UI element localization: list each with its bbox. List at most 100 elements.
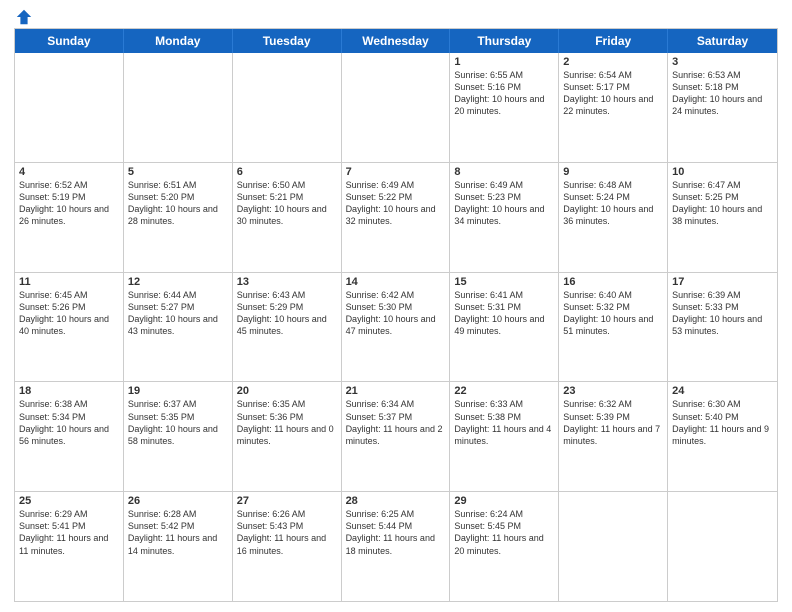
day-number: 19 (128, 385, 228, 397)
calendar-row: 1Sunrise: 6:55 AM Sunset: 5:16 PM Daylig… (15, 53, 777, 163)
calendar-header: SundayMondayTuesdayWednesdayThursdayFrid… (15, 29, 777, 53)
day-number: 15 (454, 276, 554, 288)
header-cell-monday: Monday (124, 29, 233, 53)
day-content: Sunrise: 6:26 AM Sunset: 5:43 PM Dayligh… (237, 508, 337, 557)
day-number: 27 (237, 495, 337, 507)
calendar: SundayMondayTuesdayWednesdayThursdayFrid… (14, 28, 778, 602)
header-cell-tuesday: Tuesday (233, 29, 342, 53)
day-content: Sunrise: 6:50 AM Sunset: 5:21 PM Dayligh… (237, 179, 337, 228)
calendar-cell (559, 492, 668, 601)
day-content: Sunrise: 6:45 AM Sunset: 5:26 PM Dayligh… (19, 289, 119, 338)
calendar-cell (15, 53, 124, 162)
day-content: Sunrise: 6:41 AM Sunset: 5:31 PM Dayligh… (454, 289, 554, 338)
calendar-cell: 7Sunrise: 6:49 AM Sunset: 5:22 PM Daylig… (342, 163, 451, 272)
calendar-cell: 1Sunrise: 6:55 AM Sunset: 5:16 PM Daylig… (450, 53, 559, 162)
day-number: 22 (454, 385, 554, 397)
day-number: 13 (237, 276, 337, 288)
day-number: 17 (672, 276, 773, 288)
calendar-cell: 12Sunrise: 6:44 AM Sunset: 5:27 PM Dayli… (124, 273, 233, 382)
day-number: 11 (19, 276, 119, 288)
calendar-row: 11Sunrise: 6:45 AM Sunset: 5:26 PM Dayli… (15, 273, 777, 383)
day-number: 23 (563, 385, 663, 397)
calendar-row: 4Sunrise: 6:52 AM Sunset: 5:19 PM Daylig… (15, 163, 777, 273)
header-cell-saturday: Saturday (668, 29, 777, 53)
header-cell-friday: Friday (559, 29, 668, 53)
calendar-cell (124, 53, 233, 162)
calendar-cell: 18Sunrise: 6:38 AM Sunset: 5:34 PM Dayli… (15, 382, 124, 491)
header-cell-thursday: Thursday (450, 29, 559, 53)
day-number: 10 (672, 166, 773, 178)
calendar-cell: 24Sunrise: 6:30 AM Sunset: 5:40 PM Dayli… (668, 382, 777, 491)
calendar-cell: 22Sunrise: 6:33 AM Sunset: 5:38 PM Dayli… (450, 382, 559, 491)
day-content: Sunrise: 6:42 AM Sunset: 5:30 PM Dayligh… (346, 289, 446, 338)
calendar-cell: 16Sunrise: 6:40 AM Sunset: 5:32 PM Dayli… (559, 273, 668, 382)
day-number: 24 (672, 385, 773, 397)
day-number: 20 (237, 385, 337, 397)
calendar-cell: 28Sunrise: 6:25 AM Sunset: 5:44 PM Dayli… (342, 492, 451, 601)
logo-icon (15, 8, 33, 26)
day-content: Sunrise: 6:25 AM Sunset: 5:44 PM Dayligh… (346, 508, 446, 557)
calendar-cell: 10Sunrise: 6:47 AM Sunset: 5:25 PM Dayli… (668, 163, 777, 272)
day-number: 7 (346, 166, 446, 178)
calendar-cell: 23Sunrise: 6:32 AM Sunset: 5:39 PM Dayli… (559, 382, 668, 491)
calendar-row: 25Sunrise: 6:29 AM Sunset: 5:41 PM Dayli… (15, 492, 777, 601)
calendar-cell: 29Sunrise: 6:24 AM Sunset: 5:45 PM Dayli… (450, 492, 559, 601)
day-content: Sunrise: 6:28 AM Sunset: 5:42 PM Dayligh… (128, 508, 228, 557)
day-content: Sunrise: 6:52 AM Sunset: 5:19 PM Dayligh… (19, 179, 119, 228)
day-number: 3 (672, 56, 773, 68)
calendar-cell: 26Sunrise: 6:28 AM Sunset: 5:42 PM Dayli… (124, 492, 233, 601)
calendar-cell: 19Sunrise: 6:37 AM Sunset: 5:35 PM Dayli… (124, 382, 233, 491)
calendar-cell: 8Sunrise: 6:49 AM Sunset: 5:23 PM Daylig… (450, 163, 559, 272)
day-content: Sunrise: 6:54 AM Sunset: 5:17 PM Dayligh… (563, 69, 663, 118)
day-number: 21 (346, 385, 446, 397)
logo (14, 10, 33, 22)
day-number: 5 (128, 166, 228, 178)
day-number: 18 (19, 385, 119, 397)
day-number: 2 (563, 56, 663, 68)
day-number: 12 (128, 276, 228, 288)
day-content: Sunrise: 6:55 AM Sunset: 5:16 PM Dayligh… (454, 69, 554, 118)
day-number: 9 (563, 166, 663, 178)
calendar-cell: 13Sunrise: 6:43 AM Sunset: 5:29 PM Dayli… (233, 273, 342, 382)
day-content: Sunrise: 6:30 AM Sunset: 5:40 PM Dayligh… (672, 398, 773, 447)
day-content: Sunrise: 6:24 AM Sunset: 5:45 PM Dayligh… (454, 508, 554, 557)
calendar-cell: 21Sunrise: 6:34 AM Sunset: 5:37 PM Dayli… (342, 382, 451, 491)
header-cell-wednesday: Wednesday (342, 29, 451, 53)
calendar-cell: 4Sunrise: 6:52 AM Sunset: 5:19 PM Daylig… (15, 163, 124, 272)
calendar-cell: 25Sunrise: 6:29 AM Sunset: 5:41 PM Dayli… (15, 492, 124, 601)
calendar-cell: 20Sunrise: 6:35 AM Sunset: 5:36 PM Dayli… (233, 382, 342, 491)
calendar-cell (342, 53, 451, 162)
day-number: 26 (128, 495, 228, 507)
day-content: Sunrise: 6:43 AM Sunset: 5:29 PM Dayligh… (237, 289, 337, 338)
day-content: Sunrise: 6:53 AM Sunset: 5:18 PM Dayligh… (672, 69, 773, 118)
day-content: Sunrise: 6:48 AM Sunset: 5:24 PM Dayligh… (563, 179, 663, 228)
calendar-cell: 9Sunrise: 6:48 AM Sunset: 5:24 PM Daylig… (559, 163, 668, 272)
day-number: 16 (563, 276, 663, 288)
day-content: Sunrise: 6:29 AM Sunset: 5:41 PM Dayligh… (19, 508, 119, 557)
day-content: Sunrise: 6:49 AM Sunset: 5:22 PM Dayligh… (346, 179, 446, 228)
calendar-cell: 5Sunrise: 6:51 AM Sunset: 5:20 PM Daylig… (124, 163, 233, 272)
calendar-cell (668, 492, 777, 601)
day-number: 25 (19, 495, 119, 507)
day-number: 14 (346, 276, 446, 288)
calendar-cell: 2Sunrise: 6:54 AM Sunset: 5:17 PM Daylig… (559, 53, 668, 162)
day-content: Sunrise: 6:47 AM Sunset: 5:25 PM Dayligh… (672, 179, 773, 228)
calendar-cell: 6Sunrise: 6:50 AM Sunset: 5:21 PM Daylig… (233, 163, 342, 272)
day-number: 8 (454, 166, 554, 178)
calendar-cell: 14Sunrise: 6:42 AM Sunset: 5:30 PM Dayli… (342, 273, 451, 382)
calendar-cell: 11Sunrise: 6:45 AM Sunset: 5:26 PM Dayli… (15, 273, 124, 382)
calendar-row: 18Sunrise: 6:38 AM Sunset: 5:34 PM Dayli… (15, 382, 777, 492)
day-content: Sunrise: 6:33 AM Sunset: 5:38 PM Dayligh… (454, 398, 554, 447)
calendar-cell: 3Sunrise: 6:53 AM Sunset: 5:18 PM Daylig… (668, 53, 777, 162)
day-number: 4 (19, 166, 119, 178)
day-number: 1 (454, 56, 554, 68)
header-cell-sunday: Sunday (15, 29, 124, 53)
day-number: 6 (237, 166, 337, 178)
day-content: Sunrise: 6:40 AM Sunset: 5:32 PM Dayligh… (563, 289, 663, 338)
day-content: Sunrise: 6:37 AM Sunset: 5:35 PM Dayligh… (128, 398, 228, 447)
calendar-cell (233, 53, 342, 162)
calendar-cell: 17Sunrise: 6:39 AM Sunset: 5:33 PM Dayli… (668, 273, 777, 382)
day-number: 28 (346, 495, 446, 507)
calendar-cell: 27Sunrise: 6:26 AM Sunset: 5:43 PM Dayli… (233, 492, 342, 601)
day-content: Sunrise: 6:51 AM Sunset: 5:20 PM Dayligh… (128, 179, 228, 228)
